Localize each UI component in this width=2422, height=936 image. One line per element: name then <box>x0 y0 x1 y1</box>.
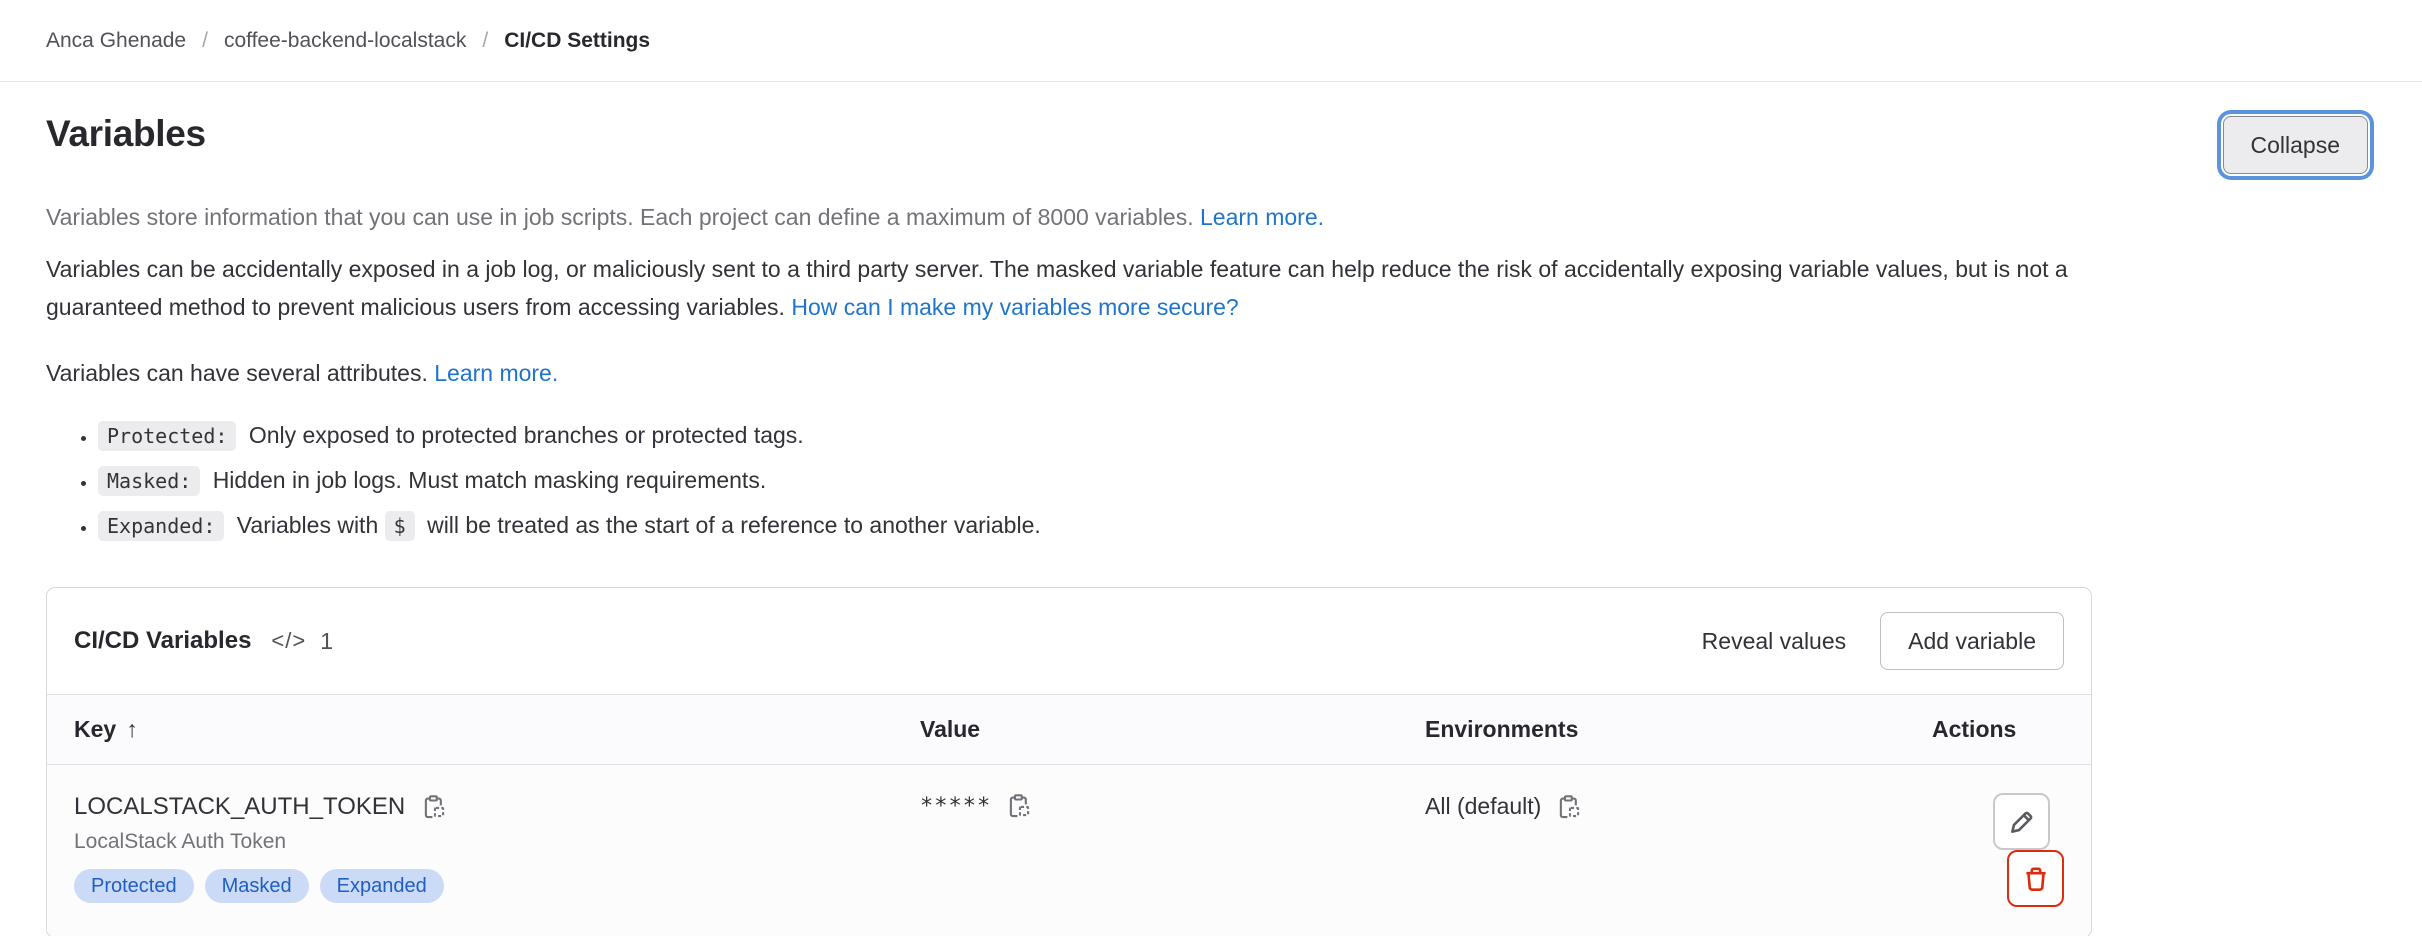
clipboard-copy-icon <box>1556 794 1582 820</box>
learn-more-link[interactable]: Learn more. <box>1200 204 1324 230</box>
trash-icon <box>2022 865 2050 893</box>
protected-code-chip: Protected: <box>98 421 236 451</box>
column-header-value: Value <box>893 695 1398 765</box>
column-header-actions: Actions <box>1905 695 2091 765</box>
cicd-variables-card: CI/CD Variables </> 1 Reveal values Add … <box>46 587 2092 936</box>
copy-value-button[interactable] <box>1006 793 1032 819</box>
attributes-list: Protected: Only exposed to protected bra… <box>98 420 2376 541</box>
attributes-paragraph: Variables can have several attributes. L… <box>46 354 2376 392</box>
masking-warning-paragraph: Variables can be accidentally exposed in… <box>46 250 2151 326</box>
secure-variables-link[interactable]: How can I make my variables more secure? <box>791 294 1238 320</box>
expanded-code-chip: Expanded: <box>98 511 224 541</box>
protected-badge: Protected <box>74 869 194 903</box>
add-variable-button[interactable]: Add variable <box>1880 612 2064 670</box>
environments-cell: All (default) <box>1398 765 1905 936</box>
key-column-label: Key <box>74 716 116 742</box>
intro-paragraph: Variables store information that you can… <box>46 198 2376 236</box>
masked-description: Hidden in job logs. Must match masking r… <box>213 467 767 493</box>
breadcrumb-separator: / <box>482 29 488 53</box>
card-title-wrap: CI/CD Variables </> 1 <box>74 627 333 655</box>
attributes-learn-more-link[interactable]: Learn more. <box>434 360 558 386</box>
masked-badge: Masked <box>205 869 309 903</box>
collapse-button[interactable]: Collapse <box>2223 116 2369 174</box>
masked-code-chip: Masked: <box>98 466 200 496</box>
page-title: Variables <box>46 112 206 156</box>
intro-text: Variables store information that you can… <box>46 204 1194 230</box>
expanded-description-before: Variables with <box>237 512 378 538</box>
environment-scope: All (default) <box>1425 793 1541 820</box>
top-bar: Anca Ghenade / coffee-backend-localstack… <box>0 0 2422 82</box>
variable-description: LocalStack Auth Token <box>74 830 866 854</box>
protected-description: Only exposed to protected branches or pr… <box>249 422 804 448</box>
expanded-description-after: will be treated as the start of a refere… <box>427 512 1041 538</box>
copy-environment-button[interactable] <box>1556 794 1582 820</box>
card-title: CI/CD Variables <box>74 627 251 655</box>
actions-cell <box>1905 765 2091 936</box>
masked-variable-value: ***** <box>920 794 991 819</box>
attributes-text: Variables can have several attributes. <box>46 360 428 386</box>
clipboard-copy-icon <box>421 794 447 820</box>
delete-variable-button[interactable] <box>2007 850 2064 907</box>
badge-row: Protected Masked Expanded <box>74 869 866 903</box>
card-header-actions: Reveal values Add variable <box>1702 612 2064 670</box>
column-header-key[interactable]: Key ↑ <box>47 695 893 765</box>
pencil-icon <box>2008 808 2036 836</box>
copy-key-button[interactable] <box>421 794 447 820</box>
sort-ascending-icon: ↑ <box>126 716 138 742</box>
edit-variable-button[interactable] <box>1993 793 2050 850</box>
dollar-code-chip: $ <box>385 511 415 541</box>
list-item-protected: Protected: Only exposed to protected bra… <box>98 420 2376 451</box>
key-cell: LOCALSTACK_AUTH_TOKEN LocalStack Au <box>47 765 893 936</box>
table-header-row: Key ↑ Value Environments Actions <box>47 695 2091 765</box>
settings-content: Variables Collapse Variables store infor… <box>0 82 2422 936</box>
expanded-badge: Expanded <box>320 869 444 903</box>
card-header: CI/CD Variables </> 1 Reveal values Add … <box>47 588 2091 694</box>
breadcrumb: Anca Ghenade / coffee-backend-localstack… <box>46 29 650 53</box>
list-item-expanded: Expanded: Variables with $ will be treat… <box>98 510 2376 541</box>
value-cell: ***** <box>893 765 1398 936</box>
breadcrumb-project[interactable]: coffee-backend-localstack <box>224 29 466 53</box>
code-icon: </> <box>271 628 306 654</box>
breadcrumb-separator: / <box>202 29 208 53</box>
clipboard-copy-icon <box>1006 793 1032 819</box>
reveal-values-button[interactable]: Reveal values <box>1702 628 1846 655</box>
variable-key: LOCALSTACK_AUTH_TOKEN <box>74 793 405 821</box>
table-row: LOCALSTACK_AUTH_TOKEN LocalStack Au <box>47 765 2091 936</box>
variables-section-header: Variables Collapse <box>46 112 2376 174</box>
variables-count: 1 <box>320 628 333 655</box>
variables-table: Key ↑ Value Environments Actions LOCALSTA… <box>47 694 2091 936</box>
column-header-environments: Environments <box>1398 695 1905 765</box>
breadcrumb-namespace[interactable]: Anca Ghenade <box>46 29 186 53</box>
breadcrumb-current-page: CI/CD Settings <box>504 29 650 53</box>
list-item-masked: Masked: Hidden in job logs. Must match m… <box>98 465 2376 496</box>
